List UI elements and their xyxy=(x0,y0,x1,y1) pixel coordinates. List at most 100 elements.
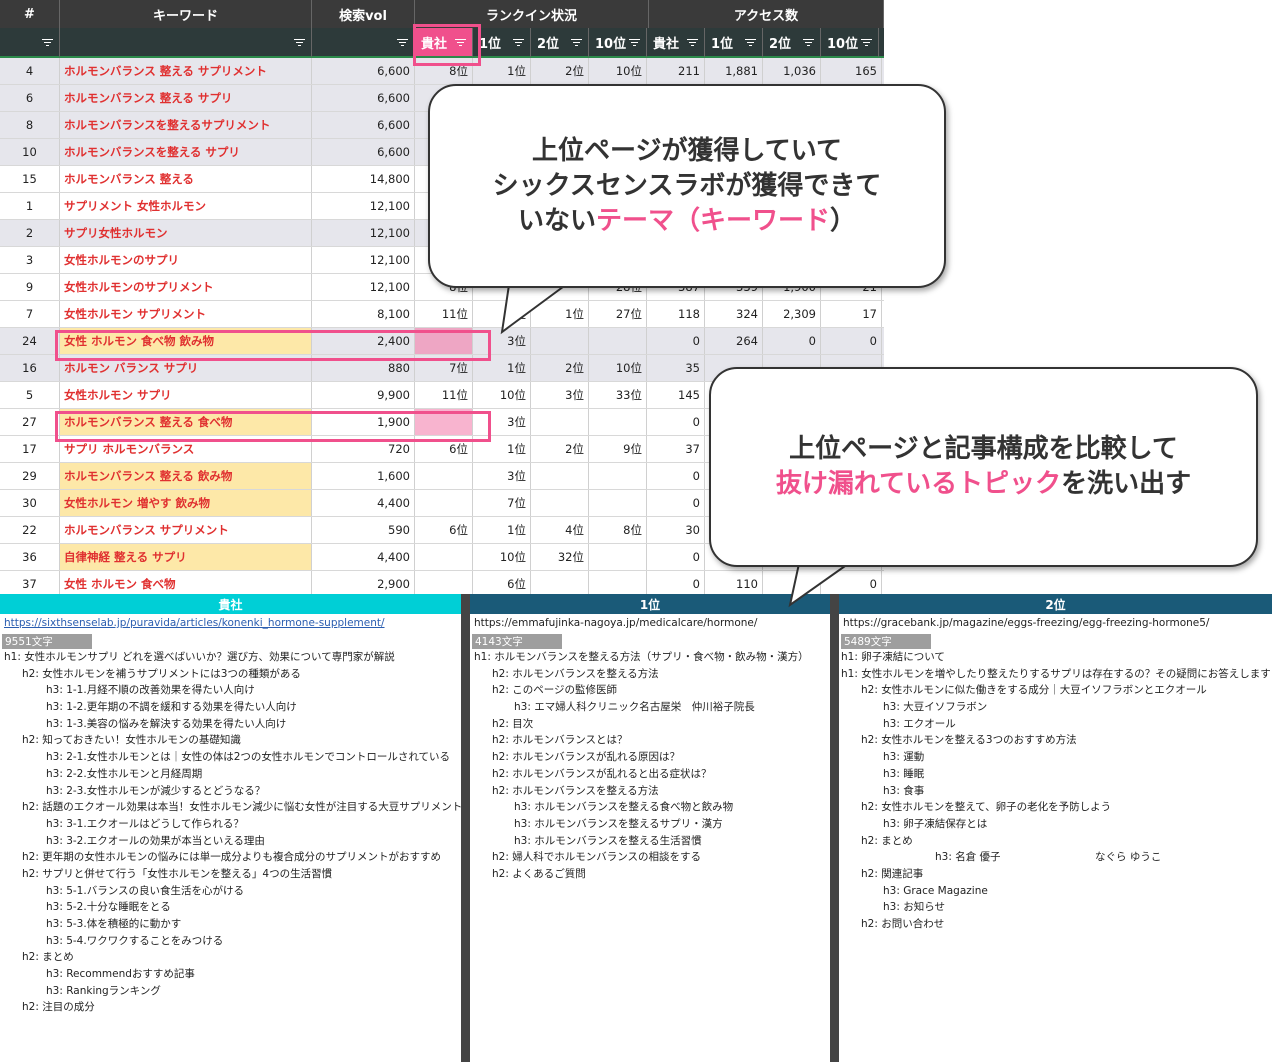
keyword-cell[interactable]: 女性 ホルモン 食べ物 xyxy=(60,571,312,595)
rank1-cell[interactable]: 1位 xyxy=(473,355,531,381)
volume-cell[interactable]: 1,900 xyxy=(312,409,415,435)
own-access-cell[interactable]: 35 xyxy=(647,355,705,381)
keyword-cell[interactable]: ホルモンバランス 整える サプリ xyxy=(60,85,312,111)
row-number[interactable]: 15 xyxy=(0,166,60,192)
keyword-cell[interactable]: 女性ホルモンのサプリメント xyxy=(60,274,312,300)
rank1-cell[interactable]: 7位 xyxy=(473,490,531,516)
rank2-cell[interactable] xyxy=(531,409,589,435)
row-number[interactable]: 24 xyxy=(0,328,60,354)
rank1-cell[interactable]: 3位 xyxy=(473,409,531,435)
access1-cell[interactable]: 110 xyxy=(705,571,763,595)
rank1-cell[interactable]: 6位 xyxy=(473,571,531,595)
row-number[interactable]: 16 xyxy=(0,355,60,381)
volume-cell[interactable]: 12,100 xyxy=(312,220,415,246)
filter-icon[interactable] xyxy=(745,38,756,47)
sub-header-0[interactable]: 貴社 xyxy=(415,28,473,58)
own-access-cell[interactable]: 0 xyxy=(647,328,705,354)
rank2-cell[interactable]: 2位 xyxy=(531,58,589,84)
own-access-cell[interactable]: 211 xyxy=(647,58,705,84)
filter-icon[interactable] xyxy=(803,38,814,47)
keyword-cell[interactable]: 女性 ホルモン 食べ物 飲み物 xyxy=(60,328,312,354)
rank10-cell[interactable] xyxy=(589,463,647,489)
own-rank-cell[interactable]: 6位 xyxy=(415,436,473,462)
rank10-cell[interactable] xyxy=(589,328,647,354)
row-number[interactable]: 8 xyxy=(0,112,60,138)
own-access-cell[interactable]: 0 xyxy=(647,490,705,516)
row-number[interactable]: 27 xyxy=(0,409,60,435)
rank10-cell[interactable]: 10位 xyxy=(589,58,647,84)
keyword-cell[interactable]: サプリ女性ホルモン xyxy=(60,220,312,246)
access2-cell[interactable]: 1,036 xyxy=(763,58,821,84)
rank10-cell[interactable] xyxy=(589,490,647,516)
filter-icon[interactable] xyxy=(42,38,53,47)
access1-cell[interactable]: 264 xyxy=(705,328,763,354)
table-row[interactable]: 24 女性 ホルモン 食べ物 飲み物 2,400 3位 0 264 0 0 xyxy=(0,328,884,355)
volume-cell[interactable]: 4,400 xyxy=(312,544,415,570)
rank10-cell[interactable] xyxy=(589,409,647,435)
sub-header-3[interactable]: 10位 xyxy=(589,28,647,58)
rank2-cell[interactable]: 4位 xyxy=(531,517,589,543)
table-row[interactable]: 37 女性 ホルモン 食べ物 2,900 6位 0 110 0 xyxy=(0,571,884,595)
own-rank-cell[interactable]: 11位 xyxy=(415,301,473,327)
sub-header-5[interactable]: 1位 xyxy=(705,28,763,58)
volume-cell[interactable]: 6,600 xyxy=(312,85,415,111)
rank1-cell[interactable]: 1位 xyxy=(473,436,531,462)
filter-cell-0[interactable] xyxy=(0,28,60,58)
rank1-cell[interactable]: 1位 xyxy=(473,58,531,84)
own-rank-cell[interactable] xyxy=(415,571,473,595)
volume-cell[interactable]: 2,400 xyxy=(312,328,415,354)
rank10-cell[interactable]: 33位 xyxy=(589,382,647,408)
row-number[interactable]: 29 xyxy=(0,463,60,489)
own-access-cell[interactable]: 0 xyxy=(647,544,705,570)
volume-cell[interactable]: 720 xyxy=(312,436,415,462)
volume-cell[interactable]: 880 xyxy=(312,355,415,381)
volume-cell[interactable]: 6,600 xyxy=(312,139,415,165)
rank2-cell[interactable]: 32位 xyxy=(531,544,589,570)
sub-header-8[interactable] xyxy=(879,28,884,58)
volume-cell[interactable]: 590 xyxy=(312,517,415,543)
row-number[interactable]: 7 xyxy=(0,301,60,327)
volume-cell[interactable]: 12,100 xyxy=(312,247,415,273)
volume-cell[interactable]: 12,100 xyxy=(312,274,415,300)
volume-cell[interactable]: 8,100 xyxy=(312,301,415,327)
sub-header-4[interactable]: 貴社 xyxy=(647,28,705,58)
rank1-cell[interactable]: 10位 xyxy=(473,382,531,408)
row-number[interactable]: 9 xyxy=(0,274,60,300)
keyword-cell[interactable]: ホルモンバランス 整える xyxy=(60,166,312,192)
row-number[interactable]: 2 xyxy=(0,220,60,246)
row-number[interactable]: 36 xyxy=(0,544,60,570)
access1-cell[interactable]: 1,881 xyxy=(705,58,763,84)
sub-header-1[interactable]: 1位 xyxy=(473,28,531,58)
keyword-cell[interactable]: ホルモンバランス 整える 飲み物 xyxy=(60,463,312,489)
volume-cell[interactable]: 2,900 xyxy=(312,571,415,595)
filter-icon[interactable] xyxy=(861,38,872,47)
access2-cell[interactable]: 0 xyxy=(763,328,821,354)
sub-header-6[interactable]: 2位 xyxy=(763,28,821,58)
own-rank-cell[interactable]: 11位 xyxy=(415,382,473,408)
volume-cell[interactable]: 9,900 xyxy=(312,382,415,408)
own-access-cell[interactable]: 145 xyxy=(647,382,705,408)
filter-cell-2[interactable] xyxy=(312,28,415,58)
volume-cell[interactable]: 14,800 xyxy=(312,166,415,192)
filter-icon[interactable] xyxy=(629,38,640,47)
filter-cell-1[interactable] xyxy=(60,28,312,58)
own-rank-cell[interactable] xyxy=(415,409,473,435)
own-access-cell[interactable]: 37 xyxy=(647,436,705,462)
own-rank-cell[interactable] xyxy=(415,544,473,570)
own-access-cell[interactable]: 0 xyxy=(647,409,705,435)
volume-cell[interactable]: 6,600 xyxy=(312,58,415,84)
rank10-cell[interactable] xyxy=(589,544,647,570)
row-number[interactable]: 30 xyxy=(0,490,60,516)
col-header-volume[interactable]: 検索vol xyxy=(312,0,415,28)
keyword-cell[interactable]: 女性ホルモン 増やす 飲み物 xyxy=(60,490,312,516)
filter-icon[interactable] xyxy=(455,38,466,47)
own-rank-cell[interactable] xyxy=(415,490,473,516)
own-access-cell[interactable]: 0 xyxy=(647,571,705,595)
own-access-cell[interactable]: 30 xyxy=(647,517,705,543)
row-number[interactable]: 6 xyxy=(0,85,60,111)
keyword-cell[interactable]: ホルモンバランス 整える 食べ物 xyxy=(60,409,312,435)
volume-cell[interactable]: 4,400 xyxy=(312,490,415,516)
table-row[interactable]: 4 ホルモンバランス 整える サプリメント 6,600 8位 1位 2位 10位 211 1,8… xyxy=(0,58,884,85)
row-number[interactable]: 10 xyxy=(0,139,60,165)
row-number[interactable]: 5 xyxy=(0,382,60,408)
